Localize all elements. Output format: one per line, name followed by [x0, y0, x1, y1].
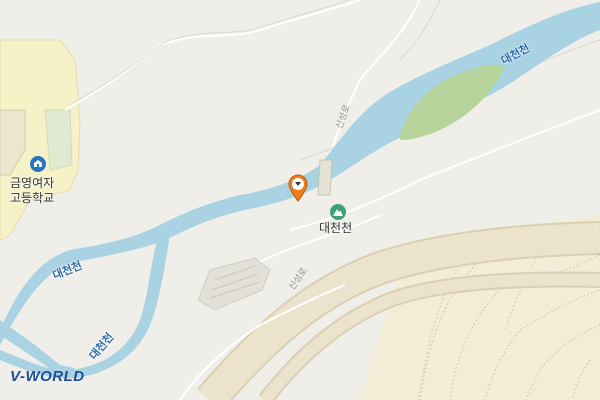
school-label-line2: 고등학교 [10, 191, 55, 205]
bridge [317, 159, 333, 196]
school-icon[interactable] [30, 156, 46, 172]
school-label-line1: 금영여자 [10, 176, 55, 190]
map-view[interactable]: 대천천 대천천 대천천 신성로 신성로 금영여자 고등학교 대천천 V-WORL… [0, 0, 600, 400]
parking-area [197, 257, 271, 311]
mountain-label[interactable]: 대천천 [319, 221, 352, 236]
vworld-logo: V-WORLD [10, 368, 85, 385]
school-label[interactable]: 금영여자 고등학교 [10, 176, 54, 206]
location-marker-icon[interactable] [288, 174, 308, 202]
road-outlines [69, 0, 600, 161]
school-field [44, 109, 73, 171]
mountain-icon[interactable] [330, 204, 346, 220]
